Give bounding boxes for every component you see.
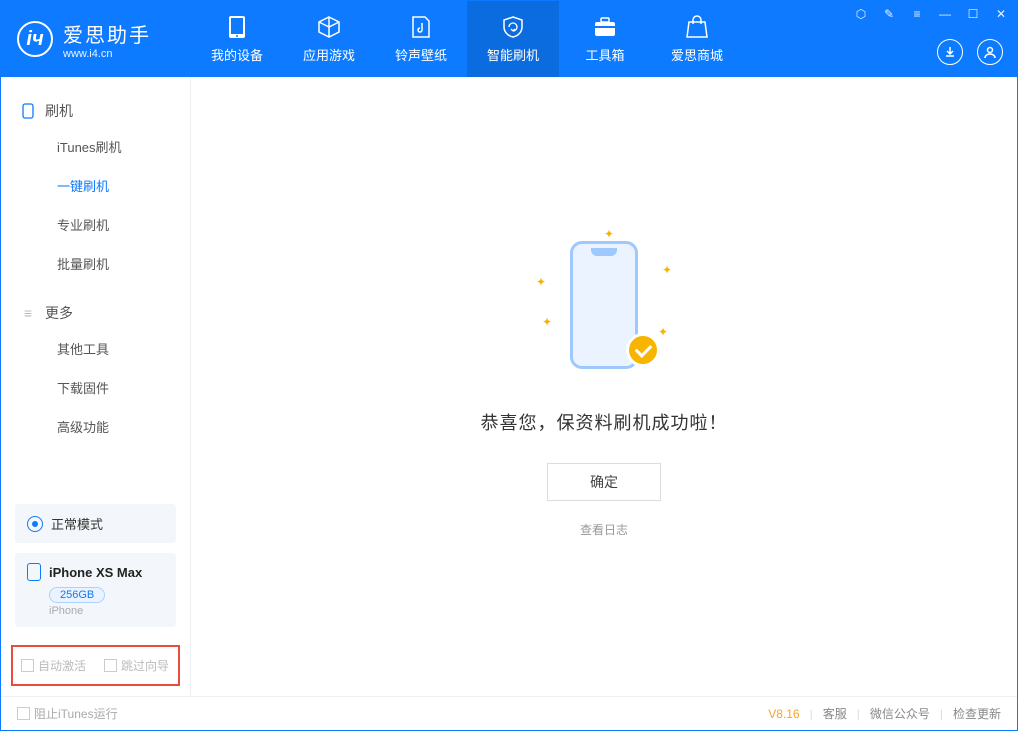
tab-apps[interactable]: 应用游戏 bbox=[283, 1, 375, 77]
user-button[interactable] bbox=[977, 39, 1003, 65]
sidebar-item-batch-flash[interactable]: 批量刷机 bbox=[1, 244, 190, 283]
sidebar-item-pro-flash[interactable]: 专业刷机 bbox=[1, 205, 190, 244]
cube-icon bbox=[317, 15, 341, 39]
link-support[interactable]: 客服 bbox=[823, 705, 847, 722]
device-icon bbox=[21, 104, 35, 118]
maximize-button[interactable]: ☐ bbox=[965, 7, 981, 21]
tab-toolbox[interactable]: 工具箱 bbox=[559, 1, 651, 77]
logo-block: iч 爱思助手 www.i4.cn bbox=[1, 1, 191, 77]
nav-tabs: 我的设备 应用游戏 铃声壁纸 智能刷机 工具箱 爱思商城 bbox=[191, 1, 743, 77]
phone-icon bbox=[225, 15, 249, 39]
tab-ringtones[interactable]: 铃声壁纸 bbox=[375, 1, 467, 77]
download-button[interactable] bbox=[937, 39, 963, 65]
tab-my-device[interactable]: 我的设备 bbox=[191, 1, 283, 77]
confirm-button[interactable]: 确定 bbox=[547, 463, 661, 501]
tab-label: 我的设备 bbox=[211, 45, 263, 64]
status-bar: 阻止iTunes运行 V8.16 | 客服 | 微信公众号 | 检查更新 bbox=[1, 696, 1017, 730]
sidebar-group-flash[interactable]: 刷机 bbox=[1, 95, 190, 127]
success-message: 恭喜您，保资料刷机成功啦！ bbox=[481, 409, 728, 435]
bag-icon bbox=[685, 15, 709, 39]
app-header: iч 爱思助手 www.i4.cn 我的设备 应用游戏 铃声壁纸 智能刷机 工具… bbox=[1, 1, 1017, 77]
tab-label: 铃声壁纸 bbox=[395, 45, 447, 64]
main-content: ✦✦✦✦✦ 恭喜您，保资料刷机成功啦！ 确定 查看日志 bbox=[191, 77, 1017, 696]
phone-outline-icon bbox=[27, 563, 41, 581]
skin-icon[interactable]: ⬡ bbox=[853, 7, 869, 21]
tab-label: 工具箱 bbox=[585, 45, 624, 64]
toolbox-icon bbox=[593, 15, 617, 39]
tab-label: 智能刷机 bbox=[487, 45, 539, 64]
success-illustration: ✦✦✦✦✦ bbox=[544, 235, 664, 385]
link-check-update[interactable]: 检查更新 bbox=[953, 705, 1001, 722]
sidebar-item-other-tools[interactable]: 其他工具 bbox=[1, 329, 190, 368]
sidebar-item-itunes-flash[interactable]: iTunes刷机 bbox=[1, 127, 190, 166]
app-title: 爱思助手 bbox=[63, 19, 151, 48]
minimize-button[interactable]: ― bbox=[937, 7, 953, 21]
checkbox-block-itunes[interactable]: 阻止iTunes运行 bbox=[17, 705, 118, 722]
flash-options-row: 自动激活 跳过向导 bbox=[11, 645, 180, 686]
close-button[interactable]: ✕ bbox=[993, 7, 1009, 21]
app-logo-icon: iч bbox=[17, 21, 53, 57]
device-info-box[interactable]: iPhone XS Max 256GB iPhone bbox=[15, 553, 176, 627]
device-type: iPhone bbox=[49, 605, 164, 617]
mode-indicator-icon bbox=[27, 516, 43, 532]
success-check-icon bbox=[626, 333, 660, 367]
device-mode: 正常模式 bbox=[51, 514, 103, 533]
sidebar-item-download-firmware[interactable]: 下载固件 bbox=[1, 368, 190, 407]
menu-icon[interactable]: ≡ bbox=[909, 7, 925, 21]
view-log-link[interactable]: 查看日志 bbox=[580, 521, 628, 538]
music-file-icon bbox=[409, 15, 433, 39]
app-subtitle: www.i4.cn bbox=[63, 48, 151, 60]
device-mode-box[interactable]: 正常模式 bbox=[15, 504, 176, 543]
tab-store[interactable]: 爱思商城 bbox=[651, 1, 743, 77]
sidebar-group-more[interactable]: ≡ 更多 bbox=[1, 297, 190, 329]
device-name: iPhone XS Max bbox=[49, 565, 142, 580]
device-panel: 正常模式 iPhone XS Max 256GB iPhone bbox=[1, 492, 190, 639]
refresh-shield-icon bbox=[501, 15, 525, 39]
checkbox-skip-guide[interactable]: 跳过向导 bbox=[104, 657, 169, 674]
link-wechat[interactable]: 微信公众号 bbox=[870, 705, 930, 722]
list-icon: ≡ bbox=[21, 306, 35, 320]
window-controls: ⬡ ✎ ≡ ― ☐ ✕ bbox=[853, 7, 1009, 21]
feedback-icon[interactable]: ✎ bbox=[881, 7, 897, 21]
sidebar-item-advanced[interactable]: 高级功能 bbox=[1, 407, 190, 446]
sidebar: 刷机 iTunes刷机 一键刷机 专业刷机 批量刷机 ≡ 更多 其他工具 下载固… bbox=[1, 77, 191, 696]
sidebar-item-oneclick-flash[interactable]: 一键刷机 bbox=[1, 166, 190, 205]
version-label: V8.16 bbox=[768, 707, 799, 721]
tab-label: 应用游戏 bbox=[303, 45, 355, 64]
device-storage: 256GB bbox=[49, 587, 105, 603]
tab-label: 爱思商城 bbox=[671, 45, 723, 64]
tab-flash[interactable]: 智能刷机 bbox=[467, 1, 559, 77]
header-right bbox=[937, 39, 1003, 65]
checkbox-auto-activate[interactable]: 自动激活 bbox=[21, 657, 86, 674]
